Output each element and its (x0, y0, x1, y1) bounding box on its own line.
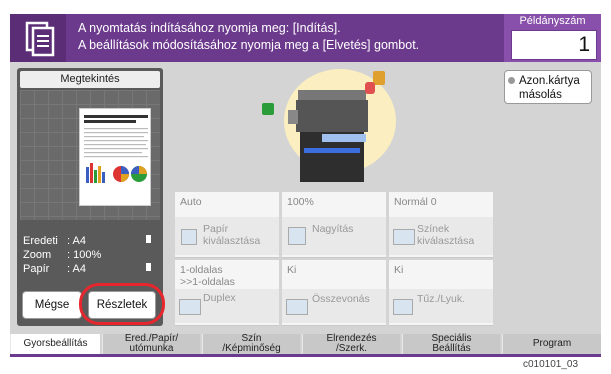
info-key: Papír (23, 263, 50, 275)
preview-info-zoom: Zoom : 100% (23, 249, 101, 261)
tab-color-image-quality[interactable]: Szín /Képminőség (202, 334, 300, 354)
tab-layout-edit[interactable]: Elrendezés /Szerk. (302, 334, 400, 354)
combine-button[interactable]: Összevonás (282, 289, 386, 323)
preview-page-thumbnail (79, 108, 151, 206)
tab-underline (10, 354, 601, 357)
info-value: : A4 (67, 235, 86, 247)
color-selection-label: Színek kiválasztása (417, 223, 474, 247)
orientation-icon (146, 235, 151, 243)
paper-icon (181, 229, 197, 245)
staple-icon (393, 299, 413, 315)
info-value: : 100% (67, 249, 102, 261)
document-feeder-icon (373, 71, 385, 85)
copies-field[interactable]: 1 (511, 30, 597, 60)
cancel-button[interactable]: Mégse (22, 291, 82, 319)
duplex-icon (179, 299, 201, 315)
paper-value: Auto (180, 196, 202, 208)
id-card-icon (508, 77, 515, 84)
color-selection-button[interactable]: Színek kiválasztása (389, 217, 493, 255)
zoom-icon (288, 227, 306, 245)
duplex-value: 1-oldalas >>1-oldalas (180, 264, 235, 288)
staple-label: Tűz./Lyuk. (417, 293, 466, 305)
instruction-line-2: A beállítások módosításához nyomja meg a… (78, 38, 420, 52)
duplex-button[interactable]: Duplex (175, 289, 279, 323)
hand-icon (365, 82, 375, 94)
zoom-button[interactable]: Nagyítás (282, 217, 386, 255)
info-key: Eredeti (23, 235, 58, 247)
zoom-value: 100% (287, 196, 314, 208)
staple-punch-button[interactable]: Tűz./Lyuk. (389, 289, 493, 323)
copy-mode-icon (10, 14, 66, 62)
preview-info-paper: Papír : A4 (23, 263, 86, 275)
id-card-label-line2: másolás (519, 89, 562, 101)
duplex-label: Duplex (203, 292, 236, 304)
tab-original-paper-finishing[interactable]: Ered./Papír/ utómunka (102, 334, 200, 354)
combine-value: Ki (287, 264, 297, 276)
combine-icon (286, 299, 308, 315)
color-label-text: Színek kiválasztása (417, 223, 475, 247)
details-button[interactable]: Részletek (88, 291, 156, 319)
id-card-label-line1: Azon.kártya (519, 75, 580, 87)
tab-advanced-setup[interactable]: Speciális Beállítás (402, 334, 500, 354)
tab-program[interactable]: Program (502, 334, 601, 354)
tab-quick-setup[interactable]: Gyorsbeállítás (10, 334, 100, 356)
preview-info-original: Eredeti : A4 (23, 235, 86, 247)
staple-value: Ki (394, 264, 404, 276)
copies-label: Példányszám (519, 15, 586, 27)
paper-label-text: Papír kiválasztása (203, 223, 261, 247)
instruction-line-1: A nyomtatás indításához nyomja meg: [Ind… (78, 21, 341, 35)
output-tray-icon (262, 103, 274, 115)
combine-label: Összevonás (312, 293, 370, 305)
info-key: Zoom (23, 249, 52, 261)
image-code: c010101_03 (523, 359, 579, 370)
zoom-label: Nagyítás (312, 223, 354, 235)
function-tabs: Gyorsbeállítás Ered./Papír/ utómunka Szí… (10, 334, 601, 356)
paper-selection-label: Papír kiválasztása (203, 223, 260, 247)
id-card-copy-button[interactable]: Azon.kártya másolás (504, 70, 592, 104)
preview-title: Megtekintés (20, 71, 160, 88)
instruction-message: A nyomtatás indításához nyomja meg: [Ind… (78, 20, 419, 54)
paper-orientation-icon (146, 263, 151, 271)
copies-panel: Példányszám 1 (504, 14, 601, 62)
info-value: : A4 (67, 263, 86, 275)
paper-selection-button[interactable]: Papír kiválasztása (175, 217, 279, 255)
color-value: Normál 0 (394, 196, 437, 208)
color-icon (393, 229, 415, 245)
